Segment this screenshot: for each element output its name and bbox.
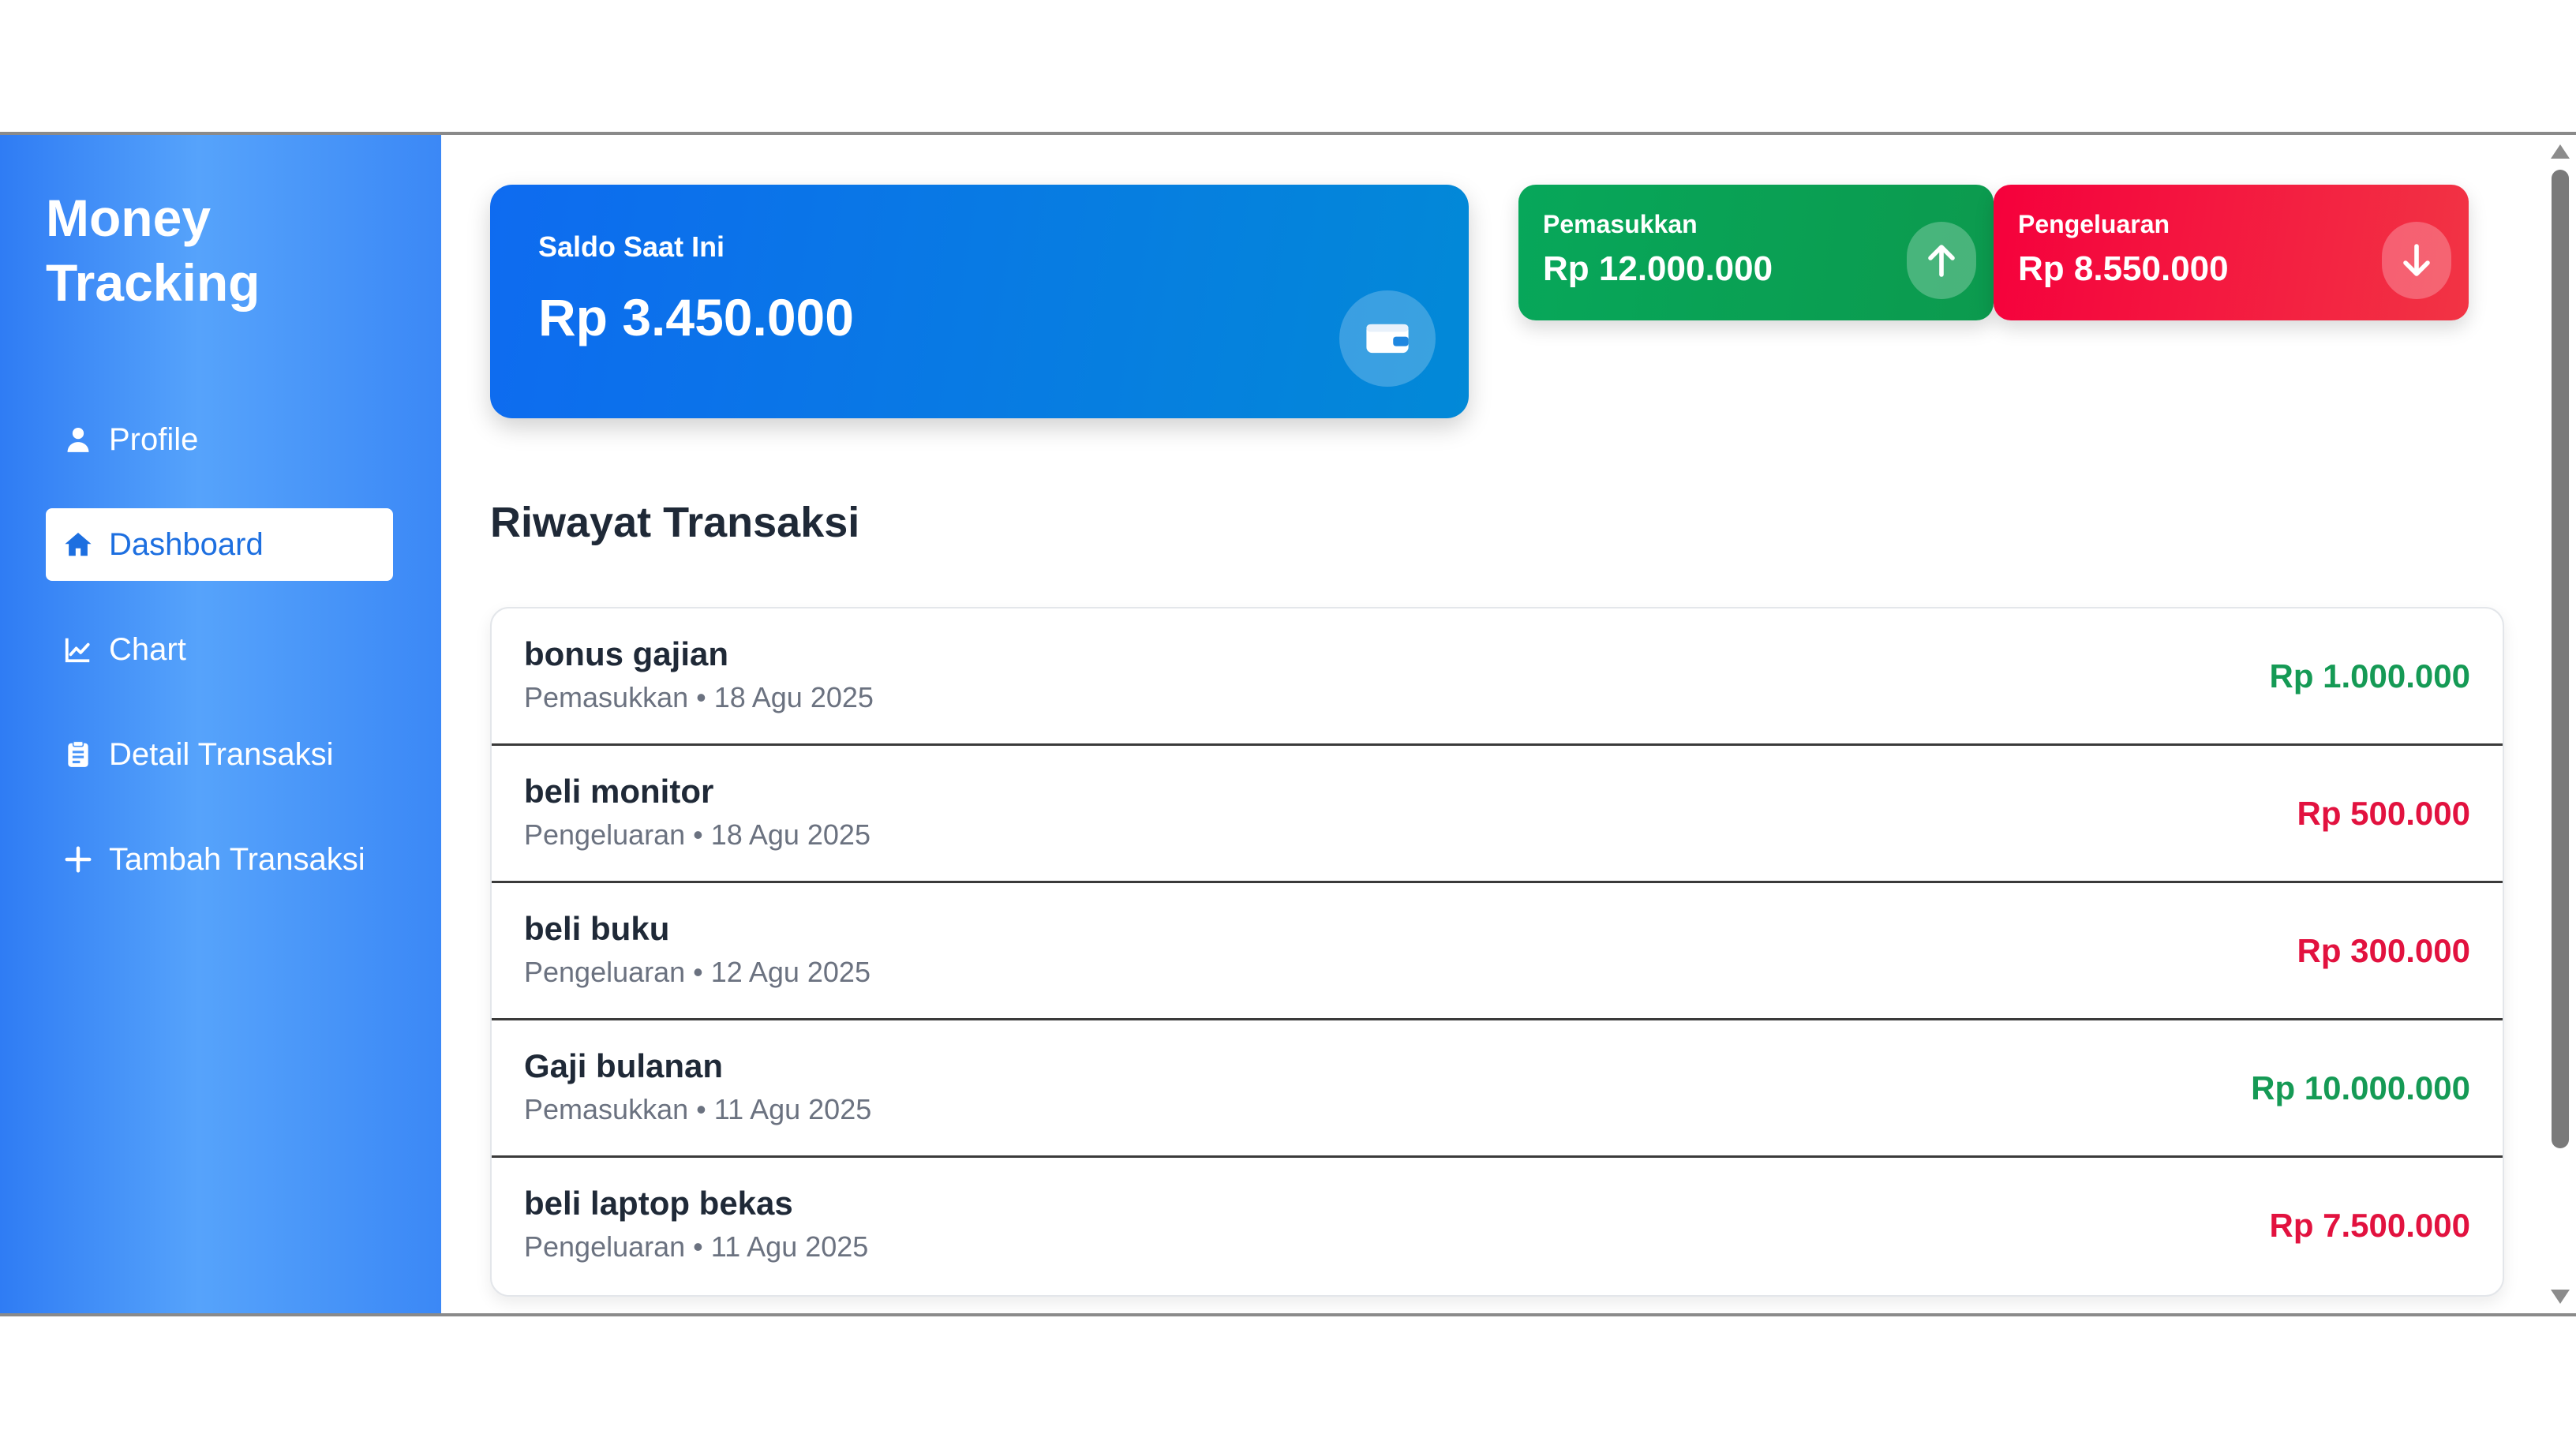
- plus-icon: [63, 844, 109, 875]
- balance-card: Saldo Saat Ini Rp 3.450.000: [490, 185, 1469, 418]
- income-label: Pemasukkan: [1543, 210, 1698, 238]
- sidebar-item-label: Profile: [109, 421, 199, 457]
- chart-line-icon: [63, 634, 109, 665]
- transaction-row[interactable]: beli laptop bekas Pengeluaran • 11 Agu 2…: [492, 1158, 2503, 1295]
- app-title: Money Tracking: [46, 185, 377, 315]
- transaction-title: beli monitor: [524, 773, 714, 810]
- app-title-line-1: Money: [46, 189, 212, 247]
- wallet-icon: [1339, 290, 1436, 387]
- sidebar-item-chart[interactable]: Chart: [46, 613, 393, 686]
- sidebar-item-tambah-transaksi[interactable]: Tambah Transaksi: [46, 823, 393, 896]
- transaction-amount: Rp 300.000: [2297, 932, 2470, 969]
- clipboard-icon: [63, 739, 109, 770]
- sidebar-item-label: Chart: [109, 631, 186, 667]
- expense-label: Pengeluaran: [2018, 210, 2170, 238]
- scroll-up-icon[interactable]: [2551, 144, 2570, 159]
- scroll-down-icon[interactable]: [2551, 1290, 2570, 1304]
- sidebar-item-label: Dashboard: [109, 526, 264, 562]
- transaction-row[interactable]: Gaji bulanan Pemasukkan • 11 Agu 2025 Rp…: [492, 1020, 2503, 1158]
- sidebar-item-detail-transaksi[interactable]: Detail Transaksi: [46, 718, 393, 791]
- sidebar: Money Tracking Profile Dashboard Chart D…: [0, 135, 441, 1313]
- transaction-title: Gaji bulanan: [524, 1047, 724, 1084]
- sidebar-item-label: Detail Transaksi: [109, 736, 334, 772]
- app-window: Money Tracking Profile Dashboard Chart D…: [0, 132, 2576, 1316]
- balance-label: Saldo Saat Ini: [538, 230, 725, 263]
- arrow-down-icon: [2382, 222, 2451, 299]
- home-icon: [63, 529, 109, 560]
- vertical-scrollbar[interactable]: [2544, 135, 2576, 1313]
- transaction-row[interactable]: beli monitor Pengeluaran • 18 Agu 2025 R…: [492, 746, 2503, 883]
- arrow-up-icon: [1907, 222, 1976, 299]
- sidebar-item-dashboard[interactable]: Dashboard: [46, 508, 393, 581]
- balance-value: Rp 3.450.000: [538, 288, 854, 346]
- transaction-amount: Rp 500.000: [2297, 795, 2470, 832]
- transaction-title: beli laptop bekas: [524, 1185, 793, 1222]
- scroll-thumb[interactable]: [2552, 170, 2569, 1148]
- transaction-list: bonus gajian Pemasukkan • 18 Agu 2025 Rp…: [490, 607, 2504, 1297]
- sidebar-nav: Profile Dashboard Chart Detail Transaksi: [46, 403, 393, 928]
- transaction-row[interactable]: beli buku Pengeluaran • 12 Agu 2025 Rp 3…: [492, 883, 2503, 1020]
- sidebar-item-profile[interactable]: Profile: [46, 403, 393, 476]
- main-content: Saldo Saat Ini Rp 3.450.000 Pemasukkan R…: [441, 135, 2544, 1313]
- transaction-row[interactable]: bonus gajian Pemasukkan • 18 Agu 2025 Rp…: [492, 608, 2503, 746]
- transaction-amount: Rp 7.500.000: [2269, 1207, 2470, 1244]
- transaction-meta: Pengeluaran • 18 Agu 2025: [524, 818, 871, 851]
- transaction-meta: Pemasukkan • 18 Agu 2025: [524, 681, 874, 713]
- transaction-title: bonus gajian: [524, 635, 729, 672]
- app-title-line-2: Tracking: [46, 253, 260, 312]
- income-card: Pemasukkan Rp 12.000.000: [1518, 185, 1994, 320]
- user-icon: [63, 424, 109, 455]
- transaction-meta: Pengeluaran • 11 Agu 2025: [524, 1230, 869, 1263]
- expense-card: Pengeluaran Rp 8.550.000: [1994, 185, 2469, 320]
- income-value: Rp 12.000.000: [1543, 249, 1773, 288]
- expense-value: Rp 8.550.000: [2018, 249, 2229, 288]
- transaction-amount: Rp 1.000.000: [2269, 657, 2470, 695]
- transaction-history-title: Riwayat Transaksi: [490, 499, 860, 546]
- transaction-amount: Rp 10.000.000: [2251, 1069, 2470, 1106]
- sidebar-item-label: Tambah Transaksi: [109, 841, 365, 877]
- transaction-meta: Pengeluaran • 12 Agu 2025: [524, 956, 871, 988]
- transaction-title: beli buku: [524, 910, 670, 947]
- transaction-meta: Pemasukkan • 11 Agu 2025: [524, 1093, 872, 1125]
